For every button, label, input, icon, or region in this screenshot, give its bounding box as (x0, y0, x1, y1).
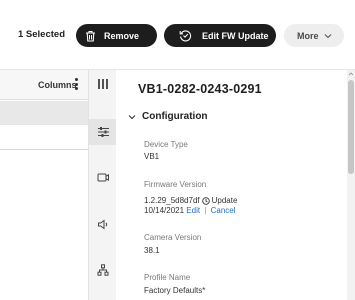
edit-update-link[interactable]: Edit (186, 206, 200, 215)
scrollbar-thumb[interactable] (348, 80, 354, 174)
edit-fw-update-button[interactable]: Edit FW Update (164, 24, 276, 47)
table-header: Columns (0, 70, 88, 100)
firmware-version-row: 1.2.29_5d8d7df Update (144, 196, 237, 205)
clock-icon (201, 196, 210, 205)
bulk-action-toolbar: 1 Selected Remove Edit FW Update More (0, 0, 355, 70)
columns-icon (98, 79, 108, 89)
more-dropdown[interactable]: More (284, 24, 344, 47)
firmware-update-date-row: 10/14/2021 Edit | Cancel (144, 206, 236, 215)
device-details-panel: VB1-0282-0243-0291 Configuration Device … (116, 70, 355, 300)
firmware-version-value: 1.2.29_5d8d7df (144, 196, 200, 205)
app-root: 1 Selected Remove Edit FW Update More Co… (0, 0, 355, 300)
chevron-down-icon (128, 114, 136, 119)
trash-icon (86, 30, 95, 42)
rail-camera[interactable] (89, 164, 117, 190)
remove-button[interactable]: Remove (76, 24, 157, 47)
network-icon (97, 264, 109, 276)
sliders-icon (97, 127, 109, 137)
columns-label: Columns (38, 80, 77, 90)
remove-label: Remove (104, 30, 140, 41)
camera-version-label: Camera Version (144, 233, 202, 242)
firmware-update-date: 10/14/2021 (144, 206, 185, 215)
profile-name-label: Profile Name (144, 273, 191, 282)
row-divider (0, 149, 88, 150)
link-separator: | (204, 206, 207, 215)
camera-version-value: 38.1 (144, 246, 160, 255)
rail-network[interactable] (89, 257, 117, 283)
selected-count: 1 Selected (18, 29, 65, 40)
device-type-label: Device Type (144, 140, 188, 149)
rail-columns[interactable] (89, 71, 117, 97)
device-table: Columns (0, 70, 88, 300)
cancel-update-link[interactable]: Cancel (211, 206, 236, 215)
rail-configuration[interactable] (89, 119, 117, 145)
firmware-version-label: Firmware Version (144, 180, 207, 189)
profile-name-value: Factory Defaults* (144, 286, 206, 295)
camera-icon (97, 173, 109, 181)
section-title: Configuration (142, 111, 208, 122)
firmware-update-text: Update (211, 196, 238, 205)
speaker-icon (97, 218, 107, 230)
configuration-section-toggle[interactable]: Configuration (128, 111, 208, 122)
scroll-up-arrow-icon[interactable] (348, 71, 354, 77)
edit-fw-update-label: Edit FW Update (202, 30, 269, 41)
chevron-down-icon (324, 33, 331, 38)
detail-nav-rail (88, 70, 117, 300)
table-row[interactable] (0, 101, 88, 125)
device-type-value: VB1 (144, 152, 160, 161)
kebab-menu-icon[interactable] (75, 78, 79, 90)
firmware-update-icon (179, 30, 192, 42)
more-label: More (297, 30, 319, 41)
device-title: VB1-0282-0243-0291 (138, 82, 262, 96)
rail-audio[interactable] (89, 211, 117, 237)
